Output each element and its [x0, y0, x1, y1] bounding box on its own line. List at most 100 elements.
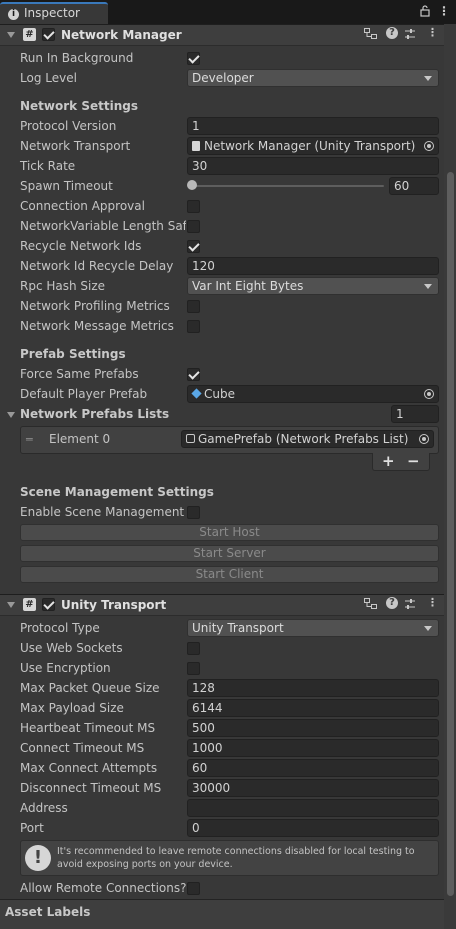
- network-prefabs-lists-count[interactable]: 1: [391, 405, 439, 423]
- rpc-hash-size-value: Var Int Eight Bytes: [192, 279, 304, 293]
- port-label: Port: [20, 821, 44, 835]
- reference-icon[interactable]: [364, 28, 377, 43]
- prefab-settings-header: Prefab Settings: [20, 347, 126, 361]
- reference-icon[interactable]: [364, 598, 377, 613]
- object-picker-icon[interactable]: [424, 389, 434, 399]
- connection-approval-checkbox[interactable]: [187, 200, 200, 213]
- connect-timeout-field[interactable]: 1000: [187, 739, 439, 757]
- allow-remote-connections-label: Allow Remote Connections?: [20, 881, 187, 895]
- cube-icon: [191, 388, 202, 399]
- help-icon[interactable]: ?: [386, 597, 398, 609]
- protocol-version-label: Protocol Version: [20, 119, 117, 133]
- protocol-type-label: Protocol Type: [20, 621, 100, 635]
- start-client-button[interactable]: Start Client: [20, 566, 439, 583]
- default-player-prefab-label: Default Player Prefab: [20, 387, 148, 401]
- chevron-down-icon: [424, 626, 432, 631]
- spawn-timeout-field[interactable]: 60: [389, 177, 439, 195]
- protocol-type-value: Unity Transport: [192, 621, 284, 635]
- network-message-metrics-checkbox[interactable]: [187, 320, 200, 333]
- add-element-button[interactable]: +: [382, 452, 395, 470]
- max-connect-attempts-field[interactable]: 60: [187, 759, 439, 777]
- spawn-timeout-label: Spawn Timeout: [20, 179, 113, 193]
- use-encryption-checkbox[interactable]: [187, 662, 200, 675]
- port-field[interactable]: 0: [187, 819, 439, 837]
- use-web-sockets-checkbox[interactable]: [187, 642, 200, 655]
- max-packet-queue-size-label: Max Packet Queue Size: [20, 681, 160, 695]
- max-payload-size-label: Max Payload Size: [20, 701, 124, 715]
- address-field[interactable]: [187, 799, 439, 817]
- script-file-icon: [192, 141, 200, 151]
- prefab-list-icon: [186, 434, 195, 443]
- protocol-version-field[interactable]: 1: [187, 117, 439, 135]
- spawn-timeout-slider-track[interactable]: [192, 185, 384, 187]
- component-enabled-checkbox[interactable]: [42, 598, 55, 611]
- max-packet-queue-size-field[interactable]: 128: [187, 679, 439, 697]
- tab-label: Inspector: [24, 6, 80, 20]
- heartbeat-timeout-label: Heartbeat Timeout MS: [20, 721, 156, 735]
- foldout-arrow-icon[interactable]: [7, 32, 15, 38]
- disconnect-timeout-field[interactable]: 30000: [187, 779, 439, 797]
- force-same-prefabs-checkbox[interactable]: [187, 368, 200, 381]
- network-id-recycle-delay-field[interactable]: 120: [187, 257, 439, 275]
- component-header-network-manager[interactable]: # Network Manager ? ⋮: [0, 24, 444, 46]
- network-transport-field[interactable]: Network Manager (Unity Transport): [187, 137, 439, 155]
- protocol-type-dropdown[interactable]: Unity Transport: [187, 619, 439, 637]
- presets-icon[interactable]: [404, 28, 416, 43]
- tick-rate-field[interactable]: 30: [187, 157, 439, 175]
- component-enabled-checkbox[interactable]: [42, 28, 55, 41]
- enable-scene-management-checkbox[interactable]: [187, 506, 200, 519]
- network-settings-header: Network Settings: [20, 99, 138, 113]
- network-profiling-metrics-checkbox[interactable]: [187, 300, 200, 313]
- start-host-button[interactable]: Start Host: [20, 524, 439, 541]
- remove-element-button[interactable]: −: [407, 452, 420, 470]
- network-id-recycle-delay-label: Network Id Recycle Delay: [20, 259, 174, 273]
- context-menu-icon[interactable]: ⋮: [427, 26, 438, 39]
- default-player-prefab-field[interactable]: Cube: [187, 385, 439, 403]
- heartbeat-timeout-field[interactable]: 500: [187, 719, 439, 737]
- network-transport-label: Network Transport: [20, 139, 131, 153]
- rpc-hash-size-dropdown[interactable]: Var Int Eight Bytes: [187, 277, 439, 295]
- lock-icon[interactable]: [420, 5, 430, 20]
- allow-remote-connections-checkbox[interactable]: [187, 882, 200, 895]
- tab-inspector[interactable]: i Inspector: [0, 2, 108, 24]
- log-level-label: Log Level: [20, 71, 77, 85]
- object-picker-icon[interactable]: [424, 141, 434, 151]
- network-profiling-metrics-label: Network Profiling Metrics: [20, 299, 170, 313]
- chevron-down-icon: [424, 284, 432, 289]
- object-picker-icon[interactable]: [419, 434, 429, 444]
- help-box-line-1: It's recommended to leave remote connect…: [57, 846, 415, 857]
- help-box-line-2: avoid exposing ports on your device.: [57, 859, 233, 870]
- help-icon[interactable]: ?: [386, 27, 398, 39]
- start-server-button[interactable]: Start Server: [20, 545, 439, 562]
- run-in-background-checkbox[interactable]: [187, 52, 200, 65]
- info-warning-icon: !: [25, 845, 51, 871]
- element-0-field[interactable]: GamePrefab (Network Prefabs List): [181, 430, 434, 448]
- info-icon: i: [8, 9, 19, 20]
- component-header-unity-transport[interactable]: # Unity Transport ? ⋮: [0, 594, 444, 616]
- max-connect-attempts-label: Max Connect Attempts: [20, 761, 158, 775]
- more-options-icon[interactable]: ⋮: [438, 4, 450, 18]
- help-box: ! It's recommended to leave remote conne…: [20, 840, 439, 876]
- scene-management-header: Scene Management Settings: [20, 485, 214, 499]
- scrollbar-thumb[interactable]: [447, 172, 454, 896]
- element-0-value: GamePrefab (Network Prefabs List): [198, 432, 409, 446]
- max-payload-size-field[interactable]: 6144: [187, 699, 439, 717]
- tick-rate-label: Tick Rate: [20, 159, 76, 173]
- log-level-dropdown[interactable]: Developer: [187, 69, 439, 87]
- use-encryption-label: Use Encryption: [20, 661, 111, 675]
- default-player-prefab-value: Cube: [204, 387, 235, 401]
- recycle-network-ids-checkbox[interactable]: [187, 240, 200, 253]
- log-level-value: Developer: [192, 71, 254, 85]
- presets-icon[interactable]: [404, 598, 416, 613]
- network-variable-length-safety-checkbox[interactable]: [187, 220, 200, 233]
- network-prefabs-lists-foldout-icon[interactable]: [7, 412, 15, 418]
- context-menu-icon[interactable]: ⋮: [427, 596, 438, 609]
- run-in-background-label: Run In Background: [20, 51, 134, 65]
- script-icon: #: [23, 598, 36, 611]
- spawn-timeout-slider-thumb[interactable]: [187, 180, 197, 190]
- asset-labels-bar[interactable]: Asset Labels: [0, 899, 444, 929]
- drag-handle-icon[interactable]: ═: [26, 433, 33, 446]
- list-footer: [372, 453, 430, 471]
- foldout-arrow-icon[interactable]: [7, 602, 15, 608]
- connect-timeout-label: Connect Timeout MS: [20, 741, 145, 755]
